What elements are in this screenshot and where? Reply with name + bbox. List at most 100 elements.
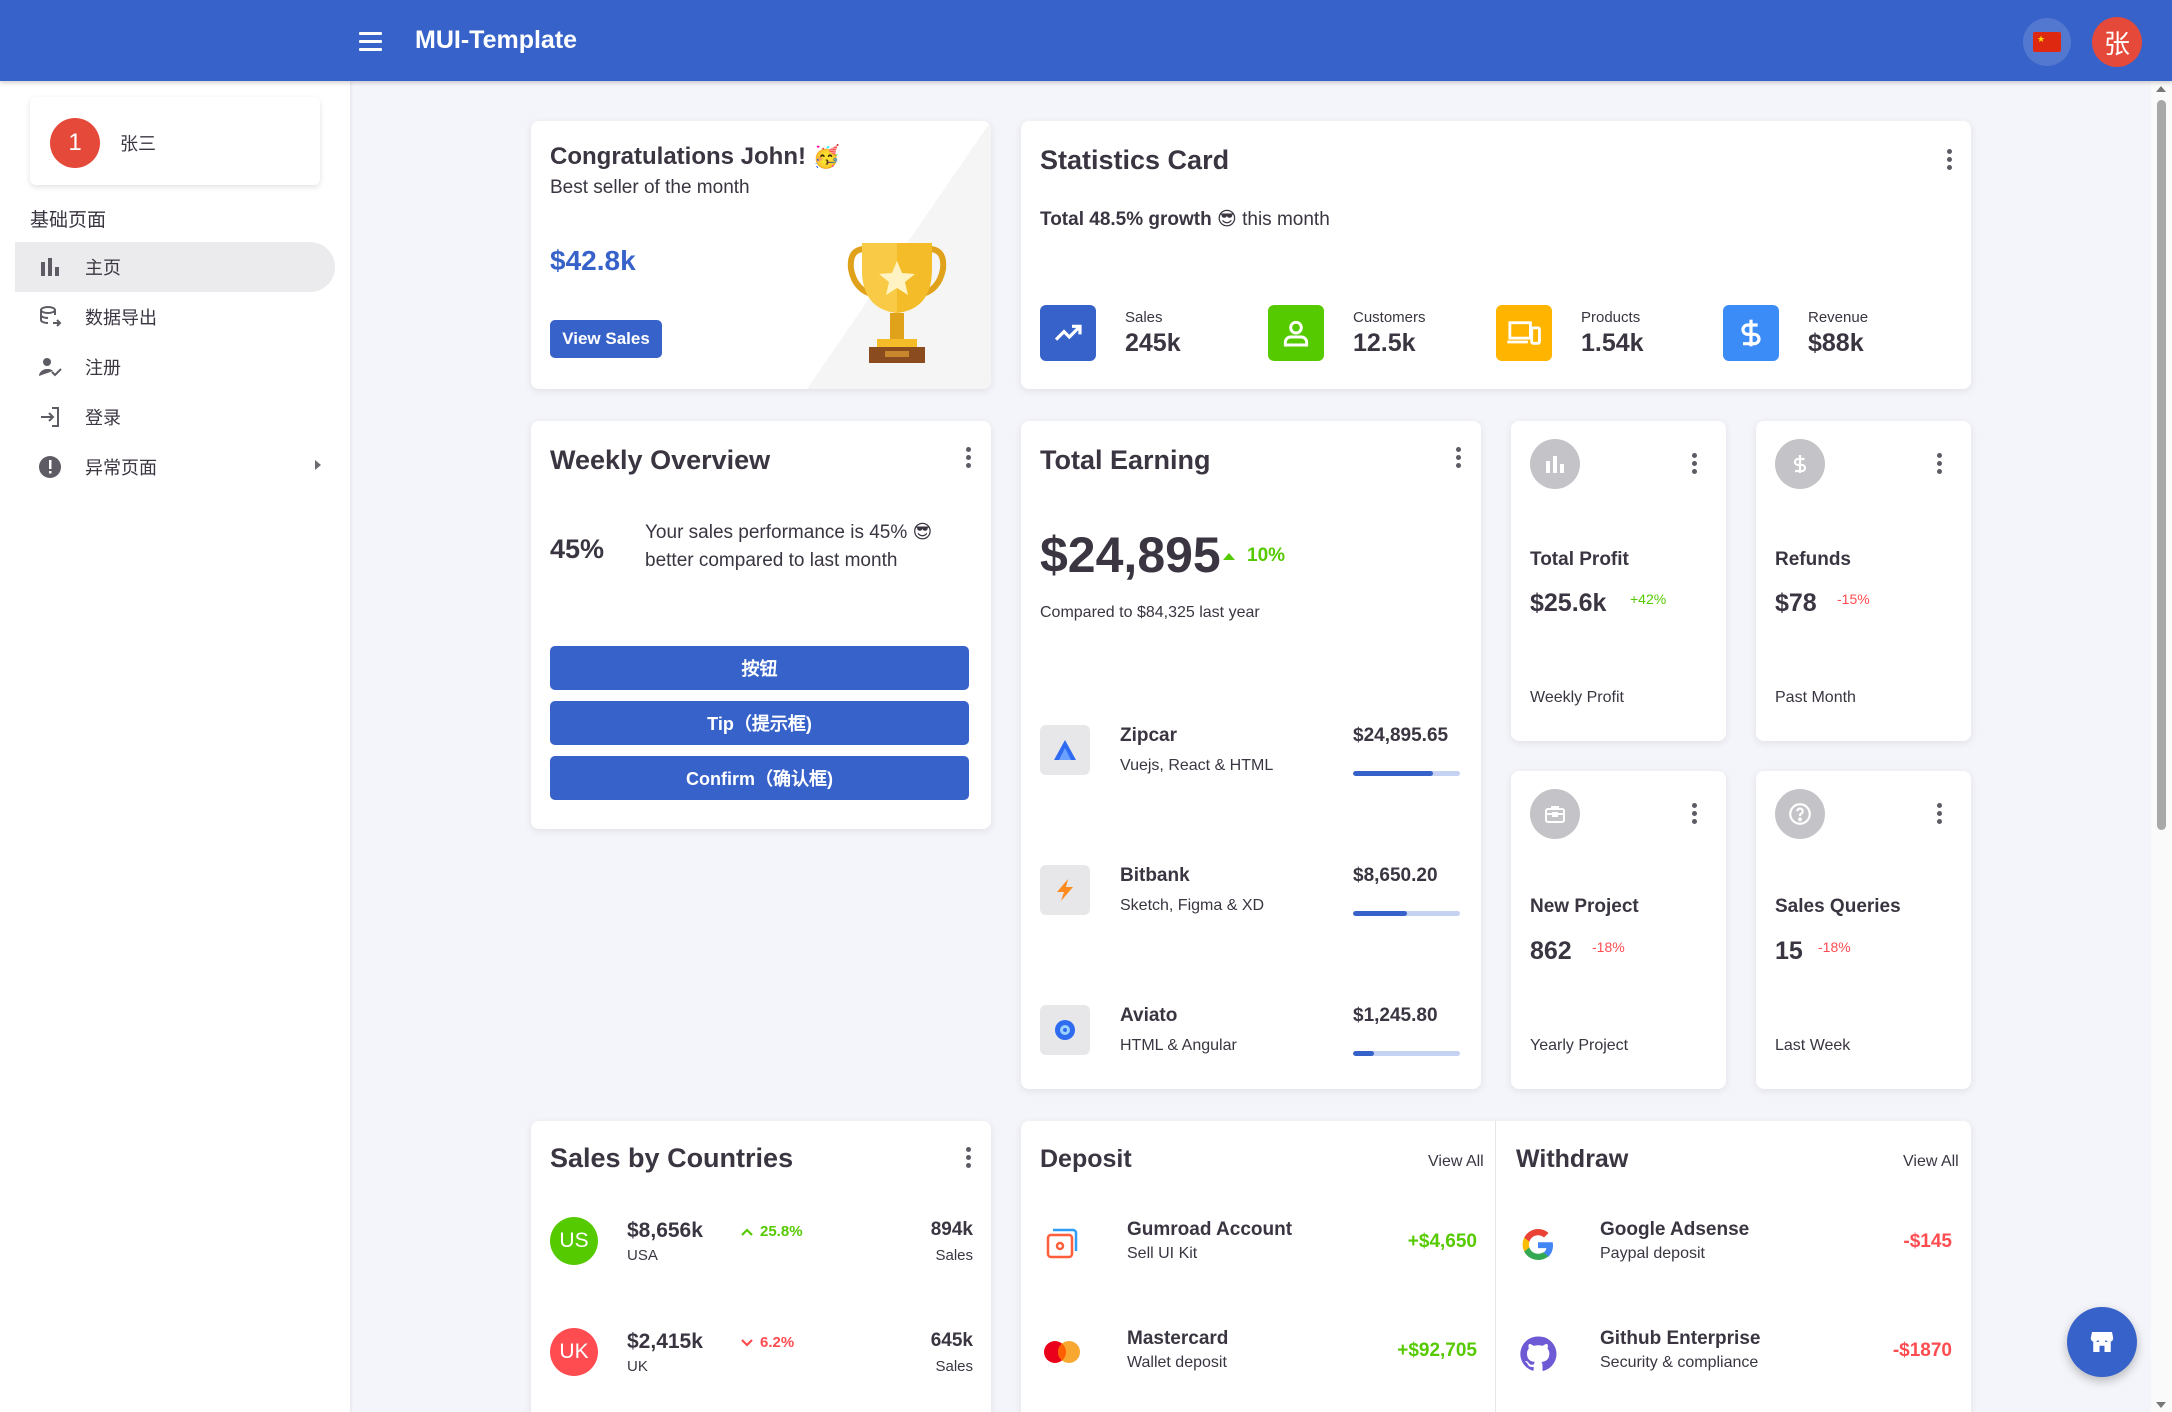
help-circle-icon [1775, 789, 1825, 839]
user-avatar[interactable]: 张 [2092, 17, 2142, 67]
item-name: Zipcar [1120, 725, 1178, 746]
more-vert-icon[interactable] [1446, 443, 1470, 471]
more-vert-icon[interactable] [956, 443, 980, 471]
china-flag-icon: ★ [2033, 32, 2061, 52]
mini-title: Sales Queries [1775, 896, 1901, 917]
item-amount: $8,650.20 [1353, 865, 1438, 886]
progress-bar [1353, 1051, 1460, 1056]
earning-title: Total Earning [1040, 445, 1211, 475]
country-amount: $2,415k [627, 1330, 703, 1353]
more-vert-icon[interactable] [1927, 449, 1951, 477]
menu-icon[interactable] [352, 24, 388, 58]
mini-change: -15% [1837, 591, 1870, 607]
sidebar-item-login[interactable]: 登录 [15, 392, 335, 442]
app-title: MUI-Template [415, 26, 578, 54]
country-row: UK $2,415k 6.2% UK 645k Sales [550, 1328, 973, 1388]
more-vert-icon[interactable] [1682, 449, 1706, 477]
confirm-button[interactable]: Confirm（确认框) [550, 756, 969, 800]
zipcar-logo-icon [1040, 725, 1090, 775]
sidebar-item-label: 注册 [85, 358, 121, 379]
store-fab-button[interactable] [2067, 1307, 2137, 1377]
more-vert-icon[interactable] [1927, 799, 1951, 827]
withdraw-view-all-link[interactable]: View All [1903, 1153, 1959, 1171]
deposit-amount: +$92,705 [1397, 1340, 1477, 1361]
primary-action-button[interactable]: 按钮 [550, 646, 969, 690]
stat-value: 1.54k [1581, 329, 1644, 357]
dollar-icon [1775, 439, 1825, 489]
database-export-icon [35, 302, 65, 332]
sidebar-item-register[interactable]: 注册 [15, 342, 335, 392]
mastercard-logo-icon [1040, 1332, 1084, 1376]
withdraw-row: Google Adsense Paypal deposit -$145 [1516, 1219, 1952, 1279]
country-badge: UK [550, 1328, 598, 1376]
statistics-growth: Total 48.5% growth 😎 this month [1040, 209, 1330, 230]
bitbank-logo-icon [1040, 865, 1090, 915]
mini-title: New Project [1530, 896, 1639, 917]
total-profit-card: Total Profit $25.6k +42% Weekly Profit [1511, 421, 1726, 741]
more-vert-icon[interactable] [1682, 799, 1706, 827]
countries-title: Sales by Countries [550, 1143, 794, 1173]
statistics-card: Statistics Card Total 48.5% growth 😎 thi… [1021, 121, 1971, 389]
sidebar-item-error-pages[interactable]: 异常页面 [15, 442, 335, 492]
chevron-right-icon [315, 460, 321, 470]
chevron-down-icon [740, 1336, 754, 1354]
tip-button[interactable]: Tip（提示框) [550, 701, 969, 745]
country-change: 25.8% [760, 1223, 803, 1240]
country-name: UK [627, 1358, 648, 1375]
earning-change: 10% [1247, 545, 1286, 566]
more-vert-icon[interactable] [1937, 145, 1961, 173]
sidebar-item-home[interactable]: 主页 [15, 242, 335, 292]
weekly-title: Weekly Overview [550, 445, 771, 475]
stat-label: Sales [1125, 309, 1163, 326]
stat-label: Revenue [1808, 309, 1869, 326]
country-amount: $8,656k [627, 1219, 703, 1242]
login-icon [35, 402, 65, 432]
stat-value: $88k [1808, 329, 1864, 357]
list-item: Bitbank Sketch, Figma & XD $8,650.20 [1040, 865, 1460, 935]
progress-bar [1353, 911, 1460, 916]
mini-change: -18% [1818, 939, 1851, 955]
profile-name: 张三 [120, 134, 156, 155]
chevron-up-icon [740, 1225, 754, 1243]
earning-compare: Compared to $84,325 last year [1040, 604, 1260, 621]
country-sales-label: Sales [935, 1358, 973, 1375]
deposit-row: Mastercard Wallet deposit +$92,705 [1040, 1328, 1477, 1388]
gumroad-logo-icon [1040, 1223, 1084, 1267]
profile-avatar: 1 [50, 118, 100, 168]
bar-chart-icon [35, 252, 65, 282]
sidebar-item-label: 主页 [85, 258, 121, 279]
earning-amount: $24,895 [1040, 527, 1221, 583]
country-sales: 894k [930, 1219, 973, 1240]
profile-card[interactable]: 1 张三 [30, 97, 320, 185]
withdraw-name: Google Adsense [1600, 1219, 1750, 1240]
deposit-name: Gumroad Account [1127, 1219, 1293, 1240]
withdraw-name: Github Enterprise [1600, 1328, 1761, 1349]
app-bar: MUI-Template ★ 张 [0, 0, 2172, 81]
view-sales-button[interactable]: View Sales [550, 320, 662, 358]
list-item: Zipcar Vuejs, React & HTML $24,895.65 [1040, 725, 1460, 795]
more-vert-icon[interactable] [956, 1143, 980, 1171]
country-sales: 645k [930, 1330, 973, 1351]
stat-label: Customers [1353, 309, 1426, 326]
sales-by-countries-card: Sales by Countries US $8,656k 25.8% USA … [531, 1121, 991, 1412]
deposit-subtitle: Wallet deposit [1127, 1354, 1227, 1371]
sidebar-item-label: 异常页面 [85, 458, 157, 479]
item-amount: $1,245.80 [1353, 1005, 1438, 1026]
aviato-logo-icon [1040, 1005, 1090, 1055]
sidebar-item-data-export[interactable]: 数据导出 [15, 292, 335, 342]
briefcase-icon [1530, 789, 1580, 839]
weekly-overview-card: Weekly Overview 45% Your sales performan… [531, 421, 991, 829]
stat-products: Products 1.54k [1496, 305, 1716, 361]
mini-footer: Weekly Profit [1530, 689, 1624, 706]
scroll-up-arrow-icon[interactable] [2156, 86, 2166, 92]
language-switch-button[interactable]: ★ [2023, 18, 2071, 66]
congrats-title: Congratulations John! 🥳 [550, 143, 841, 170]
mini-footer: Past Month [1775, 689, 1856, 706]
scrollbar-thumb[interactable] [2157, 100, 2166, 830]
scroll-down-arrow-icon[interactable] [2156, 1402, 2166, 1408]
sidebar-item-label: 登录 [85, 408, 121, 429]
deposit-view-all-link[interactable]: View All [1428, 1153, 1484, 1171]
withdraw-subtitle: Security & compliance [1600, 1354, 1759, 1371]
item-name: Bitbank [1120, 865, 1190, 886]
sales-queries-card: Sales Queries 15 -18% Last Week [1756, 771, 1971, 1089]
